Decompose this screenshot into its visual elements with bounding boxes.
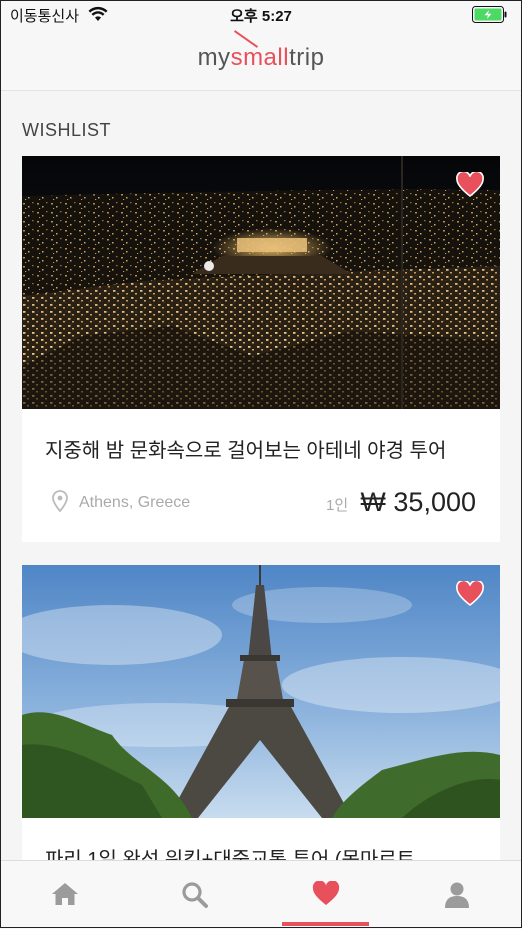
battery-icon xyxy=(472,6,507,23)
profile-icon xyxy=(445,882,469,908)
heart-icon[interactable] xyxy=(456,172,484,198)
tour-title[interactable]: 지중해 밤 문화속으로 걸어보는 아테네 야경 투어 xyxy=(45,434,446,463)
tab-bar xyxy=(0,860,522,929)
home-icon xyxy=(52,883,78,905)
clock: 오후 5:27 xyxy=(230,8,292,25)
search-icon xyxy=(182,882,208,908)
status-bar: 이동통신사 오후 5:27 xyxy=(0,0,522,30)
location-pin-icon xyxy=(52,490,68,512)
tour-photo-athens-night[interactable] xyxy=(22,156,500,409)
tab-profile[interactable] xyxy=(392,861,522,929)
heart-icon xyxy=(312,881,340,905)
per-person-label: 1인 xyxy=(326,497,349,514)
tab-wishlist[interactable] xyxy=(261,861,391,929)
section-title: WISHLIST xyxy=(22,120,112,140)
nav-bar: mysmalltrip xyxy=(0,30,522,91)
tour-photo-eiffel-tower[interactable] xyxy=(22,565,500,818)
active-tab-indicator xyxy=(282,922,369,926)
app-logo: mysmalltrip xyxy=(197,44,325,71)
tab-search[interactable] xyxy=(130,861,260,929)
tour-location: Athens, Greece xyxy=(79,494,191,511)
wishlist-card[interactable]: 파리 1일 완성 워킹+대중교통 투어 (몽마르트 xyxy=(22,565,500,885)
tab-home[interactable] xyxy=(0,861,130,929)
heart-icon[interactable] xyxy=(456,581,484,607)
tour-price: ₩ 35,000 xyxy=(360,487,476,517)
wishlist-card[interactable]: 지중해 밤 문화속으로 걸어보는 아테네 야경 투어 Athens, Greec… xyxy=(22,156,500,542)
